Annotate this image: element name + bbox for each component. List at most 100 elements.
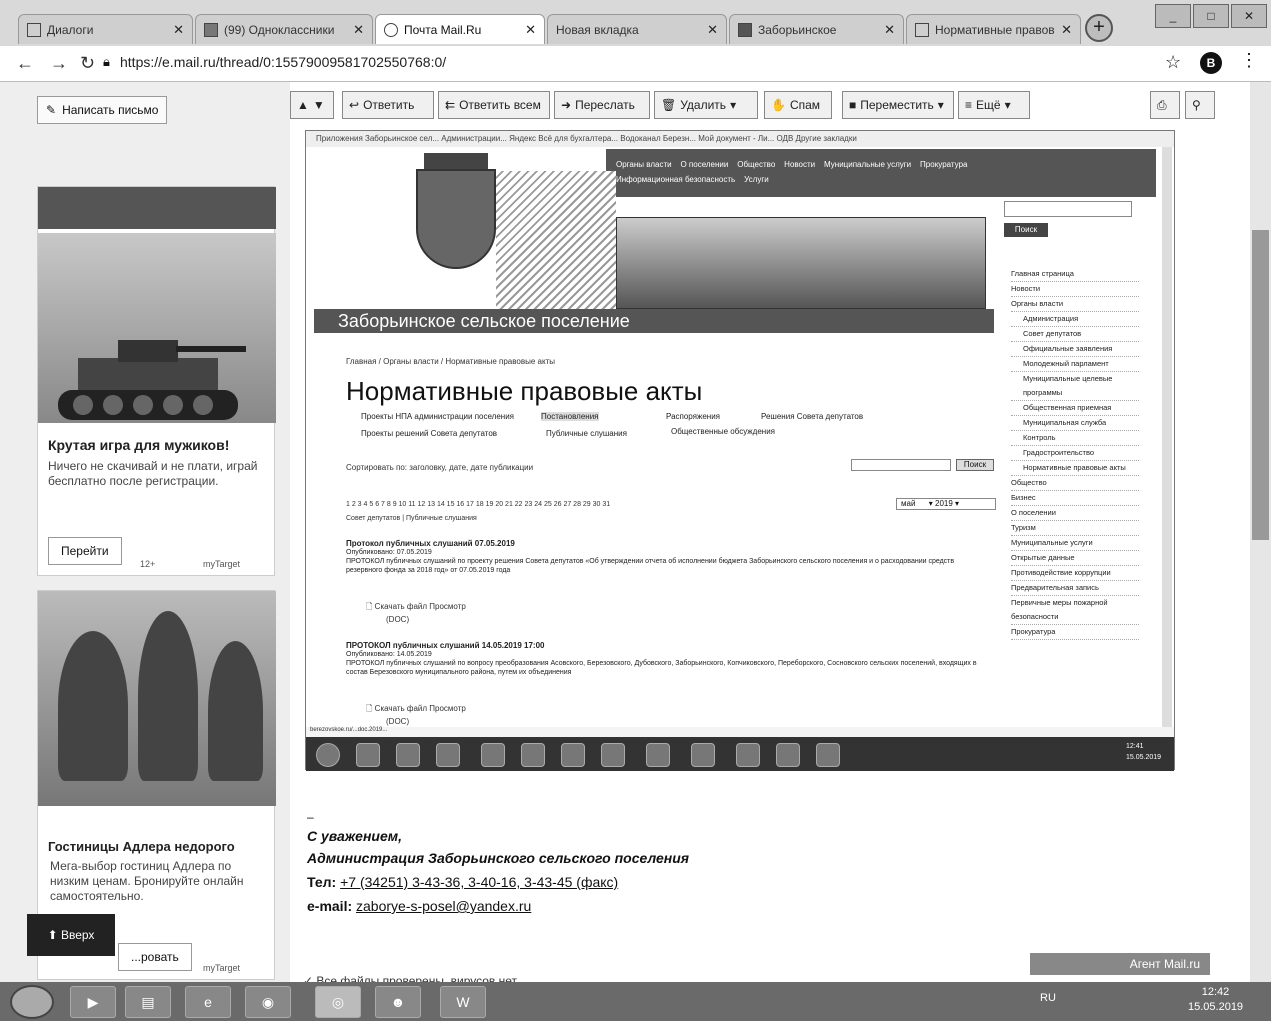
new-tab-button[interactable]: + [1085, 14, 1113, 42]
translate-button[interactable]: ⚲ [1185, 91, 1215, 119]
arrow-up-icon[interactable]: ▲ [297, 98, 309, 112]
forward-button[interactable]: ➜ Переслать [554, 91, 650, 119]
site-nav-item[interactable]: О поселении [680, 160, 728, 169]
start-button[interactable] [10, 985, 54, 1019]
close-tab-icon[interactable]: ✕ [353, 22, 364, 38]
tab-new[interactable]: Новая вкладка ✕ [547, 14, 727, 44]
site-side-menu-item[interactable]: Совет депутатов [1011, 327, 1139, 342]
reload-icon[interactable]: ↻ [80, 53, 95, 74]
delete-button[interactable]: 🗑︎ Удалить ▾ [654, 91, 758, 119]
site-side-menu-item[interactable]: Общественная приемная [1011, 401, 1139, 416]
minimize-button[interactable]: _ [1155, 4, 1191, 28]
site-side-menu-item[interactable]: Новости [1011, 282, 1139, 297]
site-side-menu-item[interactable]: О поселении [1011, 506, 1139, 521]
site-side-menu-item[interactable]: Официальные заявления [1011, 342, 1139, 357]
back-icon[interactable]: ← [16, 53, 34, 74]
ad-brand[interactable]: myTarget [203, 559, 240, 569]
tab-dialogs[interactable]: Диалоги ✕ [18, 14, 193, 44]
ad-title[interactable]: Крутая игра для мужиков! [48, 437, 229, 453]
more-button[interactable]: ≡ Ещё ▾ [958, 91, 1030, 119]
reply-button[interactable]: ↩ Ответить [342, 91, 434, 119]
print-button[interactable]: ⎙ [1150, 91, 1180, 119]
site-side-menu-item[interactable]: Туризм [1011, 521, 1139, 536]
phone-link[interactable]: +7 (34251) 3-43-36, 3-40-16, 3-43-45 (фа… [340, 874, 618, 890]
nav-arrows[interactable]: ▲ ▼ [290, 91, 334, 119]
email-link[interactable]: zaborye-s-posel@yandex.ru [356, 898, 531, 914]
yandex-browser-icon[interactable]: ◉ [245, 986, 291, 1018]
subnav-item[interactable]: Постановления [541, 412, 599, 421]
site-search-input[interactable] [1004, 201, 1132, 217]
site-nav-item[interactable]: Муниципальные услуги [824, 160, 911, 169]
spam-button[interactable]: ✋ Спам [764, 91, 832, 119]
close-tab-icon[interactable]: ✕ [1061, 22, 1072, 38]
site-side-menu-item[interactable]: Противодействие коррупции [1011, 566, 1139, 581]
close-tab-icon[interactable]: ✕ [525, 22, 536, 38]
site-side-menu-item[interactable]: Главная страница [1011, 267, 1139, 282]
close-tab-icon[interactable]: ✕ [707, 22, 718, 38]
section-line[interactable]: Совет депутатов | Публичные слушания [346, 515, 477, 522]
site-nav-item[interactable]: Органы власти [616, 160, 672, 169]
ad-brand[interactable]: myTarget [203, 963, 240, 973]
site-search-button[interactable]: Поиск [1004, 223, 1048, 237]
doc-title[interactable]: Протокол публичных слушаний 07.05.2019 [346, 539, 986, 548]
move-button[interactable]: ■ Переместить ▾ [842, 91, 954, 119]
subnav-item[interactable]: Решения Совета депутатов [761, 412, 863, 421]
ad-image-palms[interactable] [38, 591, 276, 806]
doc-links-text[interactable]: Скачать файл Просмотр [375, 602, 466, 611]
doc-title[interactable]: ПРОТОКОЛ публичных слушаний 14.05.2019 1… [346, 641, 986, 650]
site-nav-item[interactable]: Услуги [744, 175, 769, 184]
subnav-item[interactable]: Проекты НПА администрации поселения [361, 412, 514, 421]
chrome-icon[interactable]: ◎ [315, 986, 361, 1018]
browser-menu-icon[interactable]: ⋮ [1240, 50, 1258, 71]
site-nav-item[interactable]: Новости [784, 160, 815, 169]
site-side-menu-item[interactable]: Органы власти [1011, 297, 1139, 312]
site-side-menu-item[interactable]: Бизнес [1011, 491, 1139, 506]
users-icon[interactable]: ☻ [375, 986, 421, 1018]
subnav-item[interactable]: Общественные обсуждения [671, 427, 775, 436]
forward-icon[interactable]: → [50, 53, 68, 74]
tab-mail[interactable]: Почта Mail.Ru ✕ [375, 14, 545, 44]
sort-line[interactable]: Сортировать по: заголовку, дате, дате пу… [346, 463, 533, 472]
doc-search-input[interactable] [851, 459, 951, 471]
close-tab-icon[interactable]: ✕ [884, 22, 895, 38]
profile-avatar[interactable]: В [1200, 52, 1222, 74]
ad-carousel-strip[interactable] [38, 187, 276, 229]
site-side-menu-item[interactable]: Предварительная запись [1011, 581, 1139, 596]
site-side-menu-item[interactable]: Нормативные правовые акты [1011, 461, 1139, 476]
site-side-menu-item[interactable]: Администрация [1011, 312, 1139, 327]
maximize-button[interactable]: □ [1193, 4, 1229, 28]
close-window-button[interactable]: ✕ [1231, 4, 1267, 28]
bookmark-star-icon[interactable]: ☆ [1165, 52, 1181, 73]
site-side-menu-item[interactable]: Молодежный парламент [1011, 357, 1139, 372]
site-nav-item[interactable]: Прокуратура [920, 160, 967, 169]
ad-image-tank[interactable] [38, 233, 276, 423]
ad-block-game[interactable]: Крутая игра для мужиков! Ничего не скачи… [37, 186, 276, 576]
subnav-item[interactable]: Проекты решений Совета депутатов [361, 429, 497, 438]
close-tab-icon[interactable]: ✕ [173, 22, 184, 38]
tab-odnoklassniki[interactable]: (99) Одноклассники ✕ [195, 14, 373, 44]
page-scrollbar-thumb[interactable] [1252, 230, 1269, 540]
ad-go-button[interactable]: Перейти [48, 537, 122, 565]
site-side-menu-item[interactable]: Контроль [1011, 431, 1139, 446]
ad-book-button[interactable]: ...ровать [118, 943, 192, 971]
reply-all-button[interactable]: ⇇ Ответить всем [438, 91, 550, 119]
doc-links-text[interactable]: Скачать файл Просмотр [375, 704, 466, 713]
subnav-item[interactable]: Распоряжения [666, 412, 720, 421]
site-nav-item[interactable]: Информационная безопасность [616, 175, 735, 184]
inner-scrollbar[interactable] [1162, 147, 1172, 727]
write-letter-button[interactable]: ✎ Написать письмо [37, 96, 167, 124]
month-year-select[interactable]: май ▾ 2019 ▾ [896, 498, 996, 510]
subnav-item[interactable]: Публичные слушания [546, 429, 627, 438]
site-side-menu-item[interactable]: Муниципальные услуги [1011, 536, 1139, 551]
tab-zaborye[interactable]: Заборьинское ✕ [729, 14, 904, 44]
site-side-menu-item[interactable]: Прокуратура [1011, 625, 1139, 640]
tab-npa[interactable]: Нормативные правов ✕ [906, 14, 1081, 44]
doc-download-links[interactable]: 🗋︎ Скачать файл Просмотр (DOC) [366, 601, 466, 624]
language-indicator[interactable]: RU [1040, 992, 1056, 1004]
site-side-menu-item[interactable]: Первичные меры пожарной безопасности [1011, 596, 1139, 625]
agent-mailru-bar[interactable]: Агент Mail.ru [1030, 953, 1210, 975]
site-side-menu-item[interactable]: Муниципальная служба [1011, 416, 1139, 431]
site-nav-item[interactable]: Общество [737, 160, 775, 169]
site-side-menu-item[interactable]: Общество [1011, 476, 1139, 491]
scroll-up-button[interactable]: ⬆ Вверх [27, 914, 115, 956]
